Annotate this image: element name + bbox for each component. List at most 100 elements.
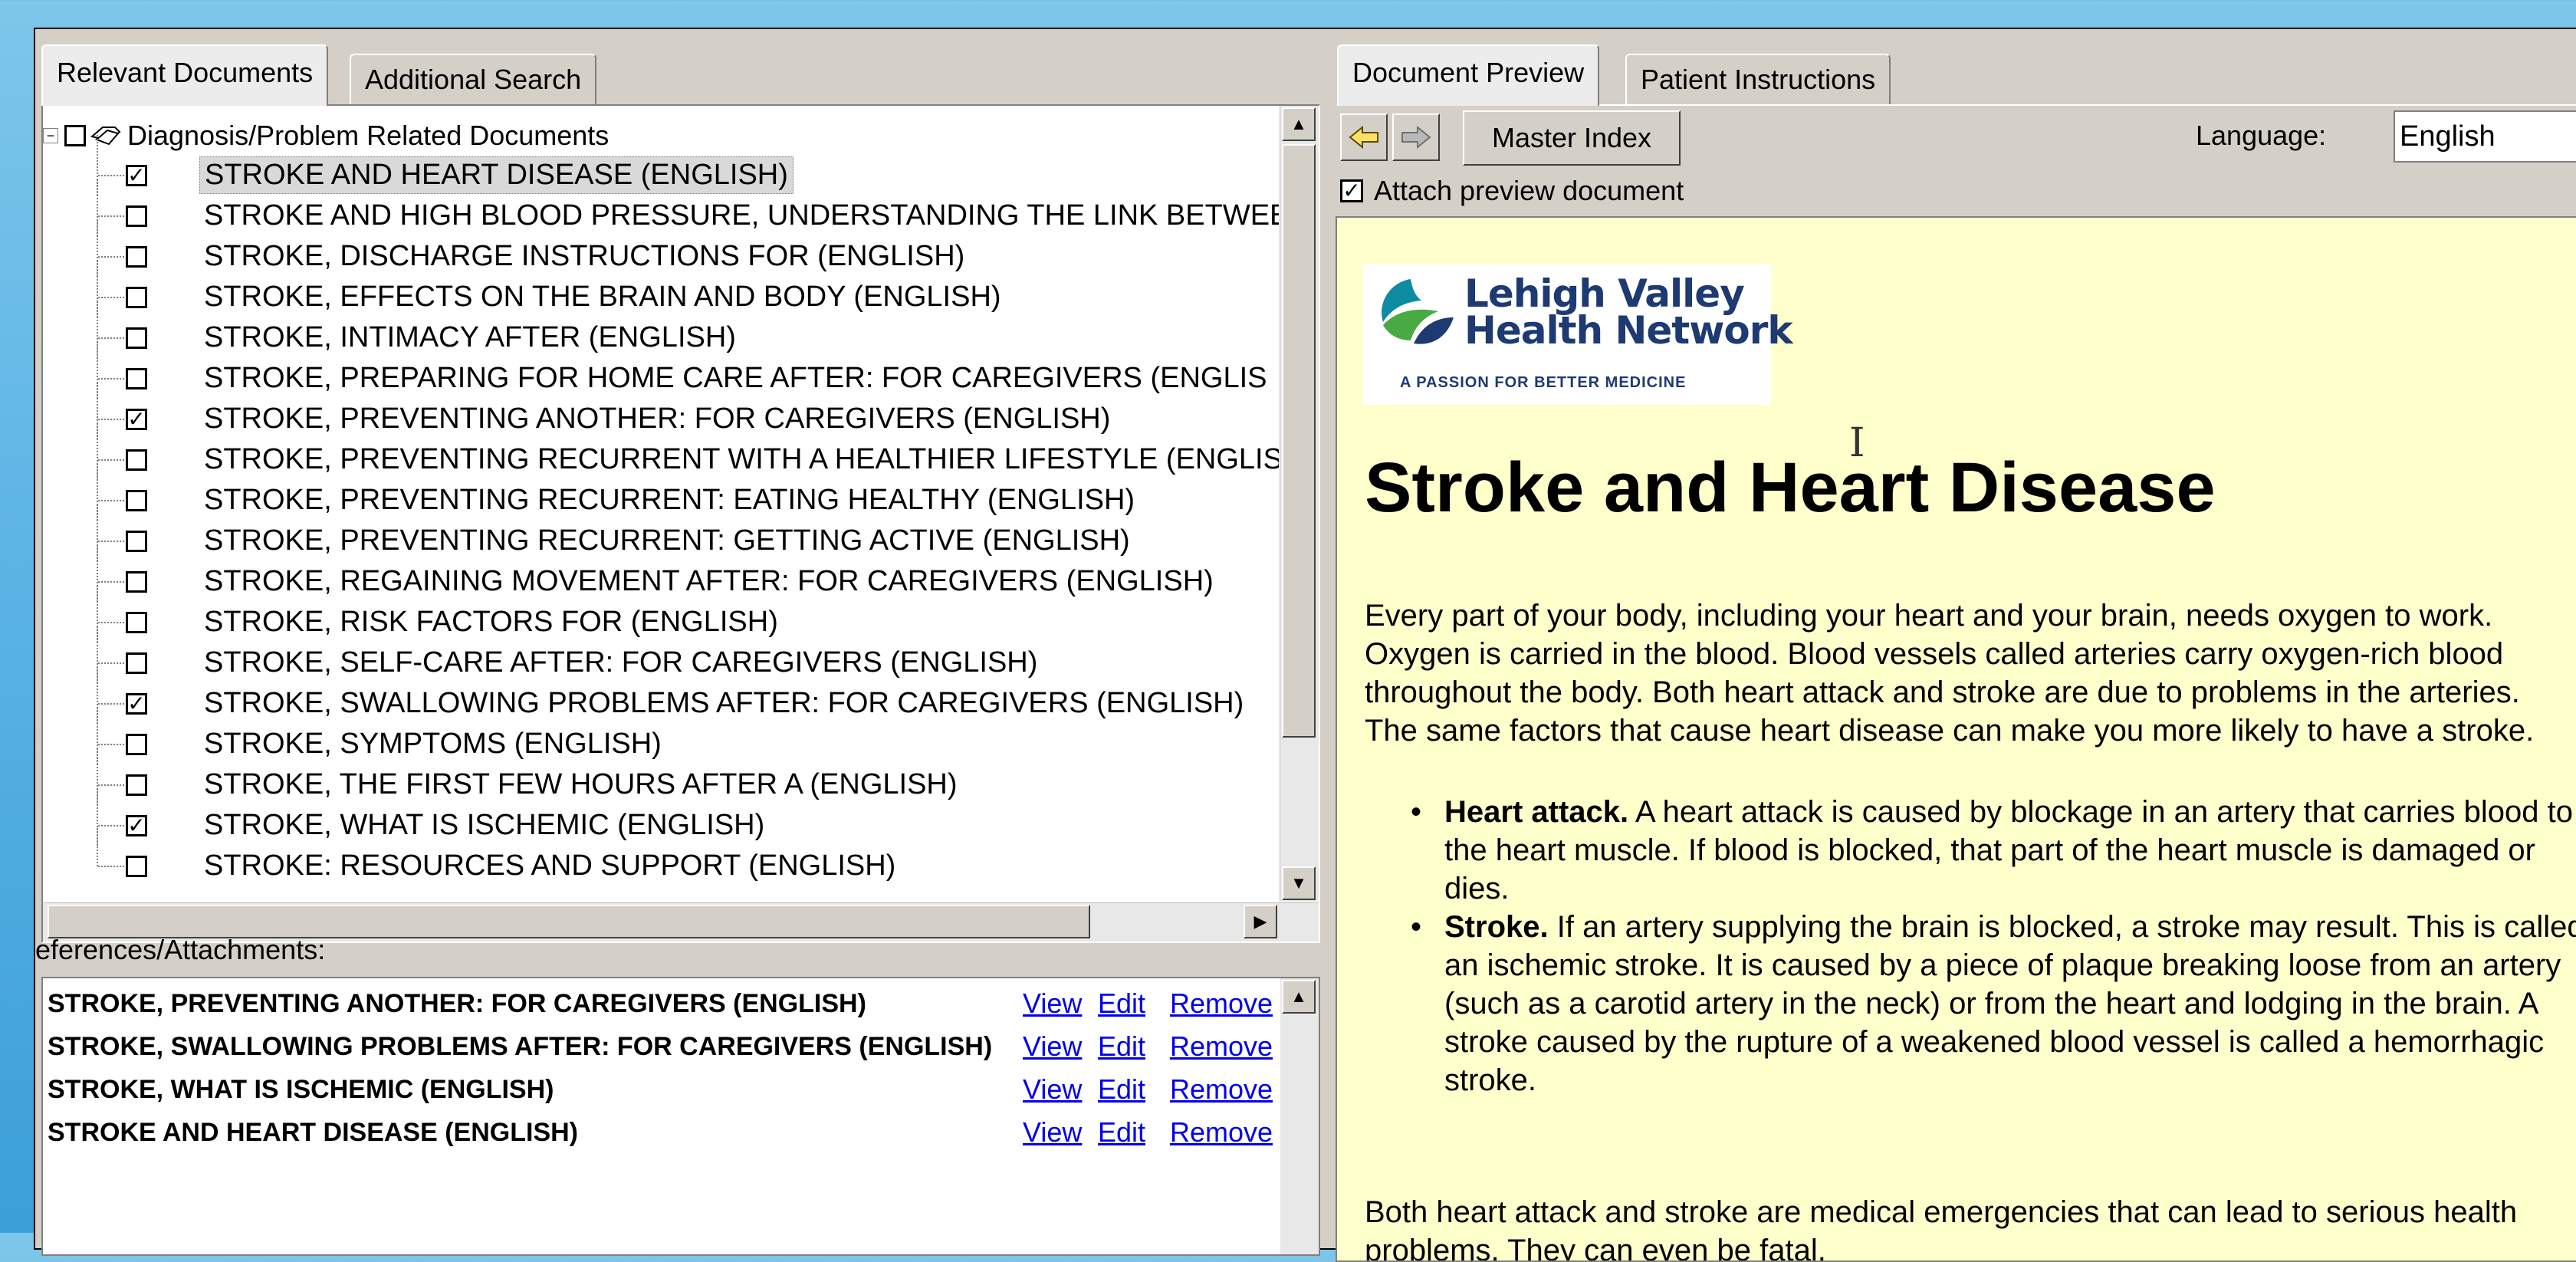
- tab-relevant-documents[interactable]: Relevant Documents: [41, 44, 329, 106]
- logo-tagline: A PASSION FOR BETTER MEDICINE: [1400, 374, 1687, 391]
- attach-preview-checkbox[interactable]: ✓: [1340, 179, 1363, 202]
- tree-item-checkbox[interactable]: [126, 367, 147, 389]
- tree-item-label[interactable]: STROKE, SELF-CARE AFTER: FOR CAREGIVERS …: [199, 645, 1042, 681]
- tree-item-checkbox[interactable]: [126, 449, 147, 471]
- tree-item-label[interactable]: STROKE, PREVENTING RECURRENT WITH A HEAL…: [199, 442, 1279, 478]
- remove-link[interactable]: Remove: [1170, 988, 1273, 1020]
- tree-item[interactable]: STROKE, THE FIRST FEW HOURS AFTER A (ENG…: [43, 744, 1279, 805]
- tree-item-checkbox[interactable]: [126, 286, 147, 308]
- tree-item[interactable]: STROKE: RESOURCES AND SUPPORT (ENGLISH): [43, 826, 1279, 886]
- collapse-icon[interactable]: −: [43, 128, 58, 143]
- attach-preview-label: Attach preview document: [1374, 175, 1684, 206]
- tree-item[interactable]: STROKE, PREVENTING RECURRENT WITH A HEAL…: [43, 419, 1279, 480]
- tree-item-label[interactable]: STROKE, REGAINING MOVEMENT AFTER: FOR CA…: [199, 564, 1218, 600]
- tree-item[interactable]: ✓ STROKE AND HEART DISEASE (ENGLISH): [43, 135, 1279, 196]
- tree-item-checkbox[interactable]: [126, 774, 147, 796]
- references-scrollbar[interactable]: ▲: [1280, 978, 1319, 1254]
- tree-item-label[interactable]: STROKE, INTIMACY AFTER (ENGLISH): [199, 320, 741, 356]
- tree-vertical-scrollbar[interactable]: ▲ ▼: [1280, 106, 1319, 902]
- logo-line2: Health Network: [1464, 308, 1793, 353]
- tab-patient-instructions[interactable]: Patient Instructions: [1625, 54, 1891, 104]
- tree-item[interactable]: ✓ STROKE, PREVENTING ANOTHER: FOR CAREGIV…: [43, 379, 1279, 439]
- scroll-up-icon[interactable]: ▲: [1282, 980, 1316, 1014]
- tree-item-checkbox[interactable]: [126, 611, 147, 633]
- edit-link[interactable]: Edit: [1098, 988, 1145, 1020]
- tree-item[interactable]: STROKE, DISCHARGE INSTRUCTIONS FOR (ENGL…: [43, 216, 1279, 277]
- tree-item-label[interactable]: STROKE, WHAT IS ISCHEMIC (ENGLISH): [199, 807, 769, 843]
- tab-additional-search[interactable]: Additional Search: [350, 54, 597, 104]
- tree-item[interactable]: STROKE, PREPARING FOR HOME CARE AFTER: F…: [43, 338, 1279, 399]
- tree-item[interactable]: STROKE, PREVENTING RECURRENT: EATING HEA…: [43, 460, 1279, 521]
- master-index-button[interactable]: Master Index: [1463, 110, 1681, 166]
- edit-link[interactable]: Edit: [1098, 1030, 1145, 1063]
- tree-item-checkbox[interactable]: [126, 570, 147, 593]
- view-link[interactable]: View: [1023, 1030, 1082, 1063]
- tree-item-checkbox[interactable]: ✓: [126, 408, 147, 430]
- tab-document-preview[interactable]: Document Preview: [1337, 44, 1600, 106]
- tree-item-checkbox[interactable]: ✓: [126, 692, 147, 715]
- tree-item[interactable]: STROKE, INTIMACY AFTER (ENGLISH): [43, 297, 1279, 358]
- tree-item[interactable]: STROKE, REGAINING MOVEMENT AFTER: FOR CA…: [43, 541, 1279, 602]
- document-preview-pane[interactable]: Lehigh Valley Health Network A PASSION F…: [1336, 216, 2576, 1262]
- back-button[interactable]: [1340, 113, 1388, 161]
- tree-item[interactable]: STROKE, RISK FACTORS FOR (ENGLISH): [43, 582, 1279, 643]
- language-select[interactable]: English: [2394, 110, 2576, 163]
- view-link[interactable]: View: [1023, 1073, 1082, 1106]
- tree-scroll-thumb[interactable]: [1282, 144, 1316, 738]
- tree-connector-line: [98, 419, 124, 420]
- tree-connector-line: [98, 703, 124, 705]
- tree-item[interactable]: STROKE, SYMPTOMS (ENGLISH): [43, 704, 1279, 764]
- tree-item-label[interactable]: STROKE, PREVENTING ANOTHER: FOR CAREGIVE…: [199, 401, 1115, 437]
- view-link[interactable]: View: [1023, 1116, 1082, 1149]
- tree-item-checkbox[interactable]: [126, 327, 147, 349]
- tree-item-label[interactable]: STROKE, THE FIRST FEW HOURS AFTER A (ENG…: [199, 767, 962, 803]
- tree-item-label[interactable]: STROKE AND HIGH BLOOD PRESSURE, UNDERSTA…: [199, 198, 1279, 234]
- left-panel: Relevant Documents Additional Search − D…: [35, 29, 1323, 1256]
- tree-item-checkbox[interactable]: [126, 245, 147, 268]
- tree-item[interactable]: ✓ STROKE, WHAT IS ISCHEMIC (ENGLISH): [43, 785, 1279, 846]
- tree-item-checkbox[interactable]: [126, 733, 147, 755]
- scroll-up-icon[interactable]: ▲: [1282, 107, 1316, 141]
- tree-item-label[interactable]: STROKE, RISK FACTORS FOR (ENGLISH): [199, 604, 783, 640]
- tree-item-label[interactable]: STROKE, SYMPTOMS (ENGLISH): [199, 726, 666, 762]
- view-link[interactable]: View: [1023, 988, 1082, 1020]
- tree-item-label[interactable]: STROKE, PREPARING FOR HOME CARE AFTER: F…: [199, 360, 1272, 396]
- tree-item[interactable]: STROKE AND HIGH BLOOD PRESSURE, UNDERSTA…: [43, 176, 1279, 236]
- scroll-right-icon[interactable]: ▶: [1244, 905, 1277, 938]
- remove-link[interactable]: Remove: [1170, 1073, 1273, 1106]
- tree-item-label[interactable]: STROKE, PREVENTING RECURRENT: GETTING AC…: [199, 523, 1135, 559]
- tree-item[interactable]: STROKE, PREVENTING RECURRENT: GETTING AC…: [43, 501, 1279, 561]
- tree-item-label[interactable]: STROKE AND HEART DISEASE (ENGLISH): [199, 156, 794, 194]
- scroll-down-icon[interactable]: ▼: [1282, 866, 1316, 900]
- tree-item-label[interactable]: STROKE, PREVENTING RECURRENT: EATING HEA…: [199, 482, 1139, 518]
- edit-link[interactable]: Edit: [1098, 1116, 1145, 1149]
- tree-item-label[interactable]: STROKE, DISCHARGE INSTRUCTIONS FOR (ENGL…: [199, 238, 969, 274]
- tree-item-checkbox[interactable]: [126, 205, 147, 227]
- edit-link[interactable]: Edit: [1098, 1073, 1145, 1106]
- tree-item-label[interactable]: STROKE, SWALLOWING PROBLEMS AFTER: FOR C…: [199, 685, 1248, 721]
- tree-item[interactable]: STROKE, SELF-CARE AFTER: FOR CAREGIVERS …: [43, 623, 1279, 683]
- tree-item-checkbox[interactable]: [126, 530, 147, 552]
- tree-item-checkbox[interactable]: [126, 855, 147, 877]
- tree-root[interactable]: − Diagnosis/Problem Related Documents: [43, 117, 609, 155]
- tree-item-checkbox[interactable]: ✓: [126, 814, 147, 836]
- remove-link[interactable]: Remove: [1170, 1116, 1273, 1149]
- tree-item-label[interactable]: STROKE, EFFECTS ON THE BRAIN AND BODY (E…: [199, 279, 1006, 315]
- tree-item-checkbox[interactable]: [126, 652, 147, 674]
- bullet-term: Heart attack.: [1444, 795, 1629, 829]
- remove-link[interactable]: Remove: [1170, 1030, 1273, 1063]
- tree-item[interactable]: ✓ STROKE, SWALLOWING PROBLEMS AFTER: FOR …: [43, 663, 1279, 724]
- tree-item-label[interactable]: STROKE: RESOURCES AND SUPPORT (ENGLISH): [199, 848, 900, 884]
- lvhn-logo-mark-icon: [1382, 279, 1454, 344]
- tree-item-checkbox[interactable]: ✓: [126, 164, 147, 186]
- intro-paragraph: Every part of your body, including your …: [1365, 599, 2535, 748]
- tree-connector-line: [98, 662, 124, 664]
- tree-connector-line: [98, 215, 124, 217]
- tree-item-checkbox[interactable]: [126, 489, 147, 511]
- closing-paragraph: Both heart attack and stroke are medical…: [1365, 1195, 2518, 1262]
- forward-button[interactable]: [1392, 113, 1440, 161]
- tree-item[interactable]: STROKE, EFFECTS ON THE BRAIN AND BODY (E…: [43, 257, 1279, 317]
- tree-connector-line: [97, 826, 98, 866]
- attach-preview-row[interactable]: ✓ Attach preview document: [1340, 175, 1684, 207]
- tree-root-checkbox[interactable]: [64, 125, 86, 146]
